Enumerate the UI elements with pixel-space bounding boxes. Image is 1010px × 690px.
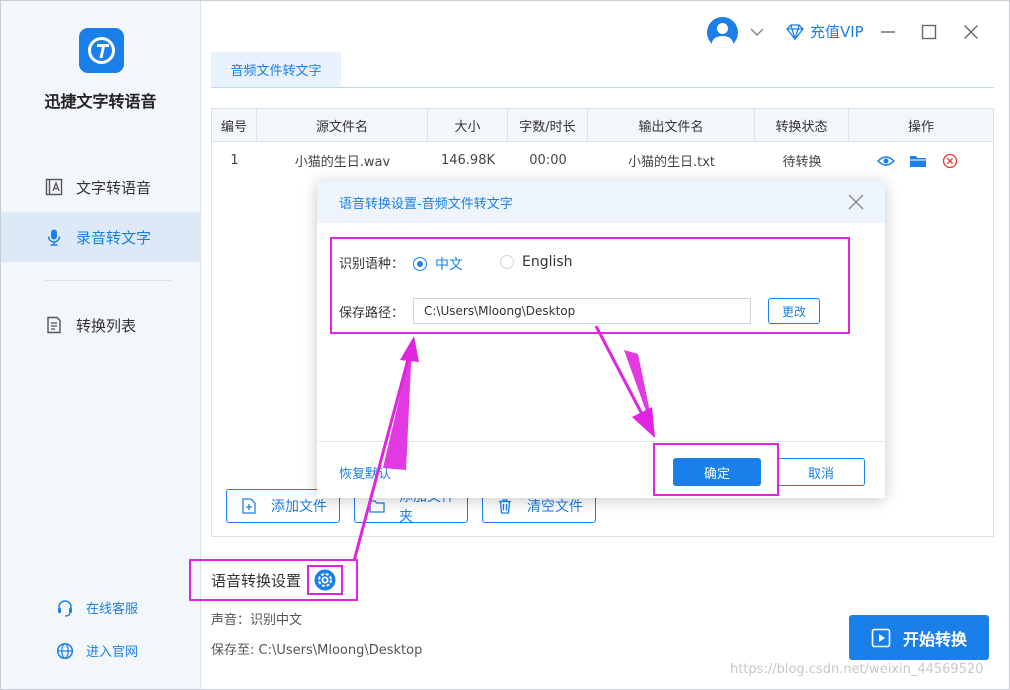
watermark: https://blog.csdn.net/weixin_44569520: [730, 662, 984, 677]
annotation-arrows: [352, 325, 655, 562]
